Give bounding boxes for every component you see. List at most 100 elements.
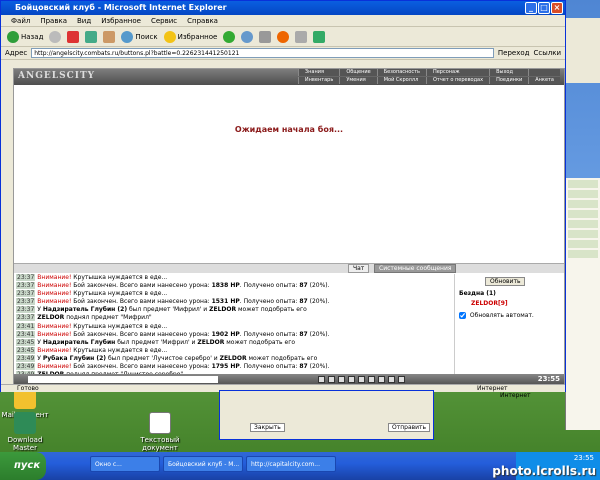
nav-knowledge[interactable]: Знания bbox=[297, 69, 340, 76]
chat-timestamp[interactable]: 23:37 bbox=[16, 274, 36, 281]
chat-timestamp[interactable]: 23:45 bbox=[16, 346, 36, 354]
go-button[interactable]: Переход bbox=[498, 49, 530, 57]
chat-text: Крутышка нуждается в еде... bbox=[71, 346, 168, 354]
scroll-icon[interactable] bbox=[368, 375, 375, 383]
mail-icon[interactable] bbox=[259, 30, 272, 43]
second-window: Закрыть Отправить Интернет bbox=[219, 390, 531, 440]
auto-refresh-option[interactable]: Обновлять автомат. bbox=[459, 312, 534, 319]
exit-icon[interactable] bbox=[398, 375, 405, 383]
menu-tools[interactable]: Сервис bbox=[151, 15, 177, 26]
links-label[interactable]: Ссылки bbox=[533, 49, 561, 57]
chat-highlight[interactable]: 1902 HP bbox=[212, 331, 240, 338]
chat-highlight[interactable]: 87 bbox=[299, 363, 307, 370]
title-bar[interactable]: Бойцовский клуб - Microsoft Internet Exp… bbox=[1, 1, 565, 15]
chat-timestamp[interactable]: 23:49 bbox=[16, 363, 36, 371]
chat-highlight[interactable]: ZELDOR bbox=[197, 339, 224, 346]
search-button[interactable]: Поиск bbox=[121, 30, 158, 43]
chat-highlight[interactable]: ZELDOR bbox=[37, 314, 64, 321]
refresh-button[interactable]: Обновить bbox=[485, 277, 526, 286]
nav-exit[interactable]: Выход bbox=[489, 69, 529, 76]
refresh-icon[interactable] bbox=[85, 30, 98, 43]
chat-text: (20%). bbox=[307, 298, 330, 306]
tab-system-messages[interactable]: Системные сообщения bbox=[374, 264, 457, 273]
close-button[interactable]: × bbox=[551, 2, 563, 14]
chat-highlight[interactable]: 87 bbox=[299, 331, 307, 338]
chat-warning: Внимание! bbox=[37, 290, 72, 298]
maximize-button[interactable]: □ bbox=[538, 2, 550, 14]
chat-timestamp[interactable]: 23:41 bbox=[16, 330, 36, 338]
clear-icon[interactable] bbox=[328, 375, 335, 383]
chat-line: 23:49 Внимание! Бой закончен. Всего вами … bbox=[14, 363, 449, 371]
translit-icon[interactable] bbox=[358, 375, 365, 383]
nav-inventory[interactable]: Инвентарь bbox=[297, 77, 340, 84]
chat-highlight[interactable]: 1838 HP bbox=[212, 282, 240, 289]
desktop-icon-text-document[interactable]: Текстовый документ bbox=[135, 412, 185, 452]
edit-icon[interactable] bbox=[295, 30, 308, 43]
nav-character[interactable]: Персонаж bbox=[425, 69, 490, 76]
chat-timestamp[interactable]: 23:37 bbox=[16, 290, 36, 298]
history-icon[interactable] bbox=[241, 30, 254, 43]
forward-arrow-icon[interactable] bbox=[49, 30, 62, 43]
chat-timestamp[interactable]: 23:41 bbox=[16, 322, 36, 330]
print-icon[interactable] bbox=[277, 30, 290, 43]
chat-input-bar: 23:55 bbox=[14, 374, 564, 384]
minimize-button[interactable]: _ bbox=[525, 2, 537, 14]
chat-highlight[interactable]: Рубака Глубин (2) bbox=[43, 355, 106, 362]
chat-timestamp[interactable]: 23:37 bbox=[16, 282, 36, 290]
favorites-button[interactable]: Избранное bbox=[163, 30, 218, 43]
player-entry[interactable]: ZELDOR[9] bbox=[471, 300, 508, 307]
users-icon[interactable] bbox=[388, 375, 395, 383]
media-icon[interactable] bbox=[223, 30, 236, 43]
chat-timestamp[interactable]: 23:37 bbox=[16, 306, 36, 314]
task-combats[interactable]: Бойцовский клуб - M... bbox=[163, 456, 243, 472]
send-button[interactable]: Отправить bbox=[388, 423, 431, 432]
favorites-label: Избранное bbox=[177, 32, 218, 41]
menu-edit[interactable]: Правка bbox=[40, 15, 67, 26]
stop-icon[interactable] bbox=[67, 30, 80, 43]
player-name[interactable]: ZELDOR[9] bbox=[471, 300, 508, 307]
back-arrow-icon bbox=[7, 30, 19, 43]
chat-highlight[interactable]: 1531 HP bbox=[212, 298, 240, 305]
chat-highlight[interactable]: ZELDOR bbox=[209, 306, 236, 313]
chat-timestamp[interactable]: 23:37 bbox=[16, 298, 36, 306]
filter-icon[interactable] bbox=[338, 375, 345, 383]
home-icon[interactable] bbox=[103, 30, 116, 43]
close-chat-button[interactable]: Закрыть bbox=[250, 423, 285, 432]
nav-profile[interactable]: Анкета bbox=[528, 77, 560, 84]
start-button[interactable]: пуск bbox=[0, 452, 46, 480]
auto-refresh-checkbox[interactable] bbox=[459, 312, 466, 319]
chat-input[interactable] bbox=[28, 375, 218, 383]
desktop-icon-download-master[interactable]: Download Master bbox=[0, 412, 50, 452]
chat-highlight[interactable]: ZELDOR bbox=[220, 355, 247, 362]
chat-timestamp[interactable]: 23:49 bbox=[16, 354, 36, 362]
tab-chat[interactable]: Чат bbox=[348, 264, 370, 273]
back-button[interactable]: Назад bbox=[7, 30, 43, 43]
chat-timestamp[interactable]: 23:37 bbox=[16, 314, 36, 322]
nav-duels[interactable]: Поединки bbox=[489, 77, 529, 84]
settings-icon[interactable] bbox=[378, 375, 385, 383]
menu-file[interactable]: Файл bbox=[11, 15, 30, 26]
nav-transfers-report[interactable]: Отчет о переводах bbox=[425, 77, 490, 84]
chat-timestamp[interactable]: 23:45 bbox=[16, 338, 36, 346]
smiles-icon[interactable] bbox=[318, 375, 325, 383]
chat-warning: Внимание! bbox=[37, 346, 72, 354]
sound-icon[interactable] bbox=[348, 375, 355, 383]
task-capitalcity[interactable]: http://capitalcity.com... bbox=[246, 456, 336, 472]
menu-view[interactable]: Вид bbox=[77, 15, 91, 26]
nav-my-scroll[interactable]: Мой Скроллл bbox=[376, 77, 426, 84]
nav-communication[interactable]: Общение bbox=[339, 69, 377, 76]
chat-highlight[interactable]: 87 bbox=[299, 282, 307, 289]
chat-highlight[interactable]: 1795 HP bbox=[212, 363, 240, 370]
menu-favorites[interactable]: Избранное bbox=[101, 15, 141, 26]
chat-line: 23:49 У Рубака Глубин (2) был предмет 'Лу… bbox=[14, 354, 449, 363]
chat-highlight[interactable]: Надзиратель Глубин (2) bbox=[43, 306, 127, 313]
task-window-1[interactable]: Окно с... bbox=[90, 456, 160, 472]
messenger-icon[interactable] bbox=[313, 30, 326, 43]
chat-highlight[interactable]: 87 bbox=[299, 298, 307, 305]
nav-security[interactable]: Безопасность bbox=[376, 69, 426, 76]
chat-highlight[interactable]: Надзиратель Глубин bbox=[43, 339, 115, 346]
menu-help[interactable]: Справка bbox=[187, 15, 218, 26]
location-name: Бездна (1) bbox=[459, 290, 496, 297]
address-input[interactable]: http://angelscity.combats.ru/buttons.pl?… bbox=[31, 48, 494, 58]
nav-skills[interactable]: Умения bbox=[339, 77, 377, 84]
